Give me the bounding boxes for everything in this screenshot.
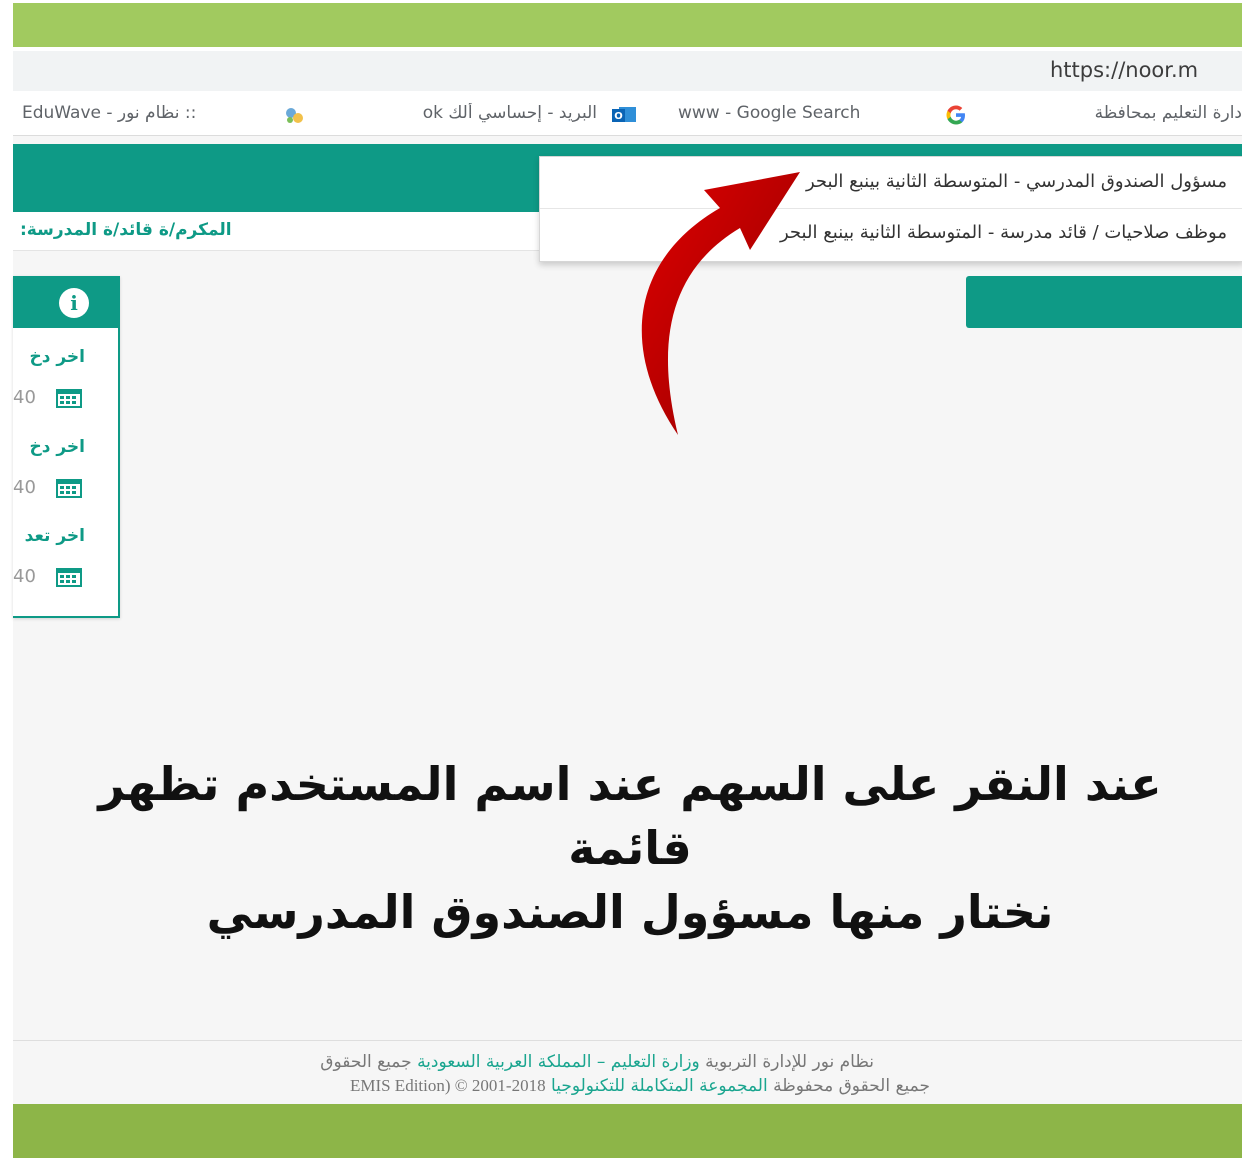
google-icon: [944, 103, 968, 127]
last-update-value: 40: [13, 566, 36, 587]
footer-divider: [13, 1040, 1242, 1041]
footer-copyright: EMIS Edition) © 2001-2018: [349, 1076, 546, 1095]
red-arrow-annotation: [641, 172, 800, 435]
bookmark-label: www - Google Search: [678, 103, 861, 123]
user-menu-bar[interactable]: [966, 276, 1242, 328]
footer-rights: جميع الحقوق: [320, 1052, 412, 1072]
last-login-value: 40: [13, 477, 36, 498]
last-login-label: اخر دخ: [29, 347, 85, 367]
bookmark-education-dept[interactable]: دارة التعليم بمحافظة: [1000, 103, 1242, 127]
right-margin: [1242, 0, 1251, 1158]
instruction-line-1: عند النقر على السهم عند اسم المستخدم تظه…: [98, 757, 1162, 875]
footer-company[interactable]: المجموعة المتكاملة للتكنولوجيا: [551, 1076, 768, 1096]
calendar-icon: [55, 387, 85, 409]
eduwave-icon: [283, 104, 305, 126]
outlook-icon: O: [611, 104, 637, 126]
footer-line-1: نظام نور للإدارة التربوية وزارة التعليم …: [320, 1052, 874, 1072]
footer-line-2: جميع الحقوق محفوظة المجموعة المتكاملة لل…: [350, 1076, 930, 1096]
instruction-line-2: نختار منها مسؤول الصندوق المدرسي: [206, 885, 1054, 939]
bookmark-mail[interactable]: البريد - إحساسي ألك ok: [352, 103, 597, 127]
svg-text:O: O: [614, 111, 623, 122]
bookmark-label: EduWave - نظام نور ::: [22, 103, 197, 123]
url-text[interactable]: https://noor.m: [1050, 58, 1242, 84]
calendar-icon: [55, 566, 85, 588]
slide-bottom-band: [13, 1104, 1242, 1158]
bookmark-google[interactable]: www - Google Search: [678, 103, 918, 127]
info-icon: i: [59, 288, 89, 318]
bookmark-label: البريد - إحساسي ألك ok: [422, 103, 597, 123]
calendar-icon: [55, 477, 85, 499]
footer: نظام نور للإدارة التربوية وزارة التعليم …: [13, 1046, 1242, 1102]
last-login-value: 40: [13, 387, 36, 408]
footer-ministry[interactable]: وزارة التعليم – المملكة العربية السعودية: [417, 1052, 700, 1072]
footer-rights-reserved: جميع الحقوق محفوظة: [773, 1076, 930, 1096]
footer-system-name: نظام نور للإدارة التربوية: [705, 1052, 874, 1072]
bookmark-eduwave[interactable]: EduWave - نظام نور ::: [22, 103, 262, 127]
slide-top-band: [13, 3, 1242, 47]
left-margin: [0, 0, 13, 1158]
menu-item-school-fund-officer[interactable]: مسؤول الصندوق المدرسي - المتوسطة الثانية…: [806, 159, 1227, 205]
last-login-label: اخر دخ: [29, 437, 85, 457]
last-update-label: اخر تعد: [24, 526, 85, 546]
bookmark-label: دارة التعليم بمحافظة: [1094, 103, 1242, 123]
info-panel-body: اخر دخ 40 اخر دخ 40 اخر تعد 40: [13, 330, 113, 616]
instruction-caption: عند النقر على السهم عند اسم المستخدم تظه…: [60, 752, 1200, 944]
menu-item-principal[interactable]: موظف صلاحيات / قائد مدرسة - المتوسطة الث…: [780, 210, 1227, 256]
greeting-text: المكرم/ة قائد/ة المدرسة:: [20, 220, 232, 240]
